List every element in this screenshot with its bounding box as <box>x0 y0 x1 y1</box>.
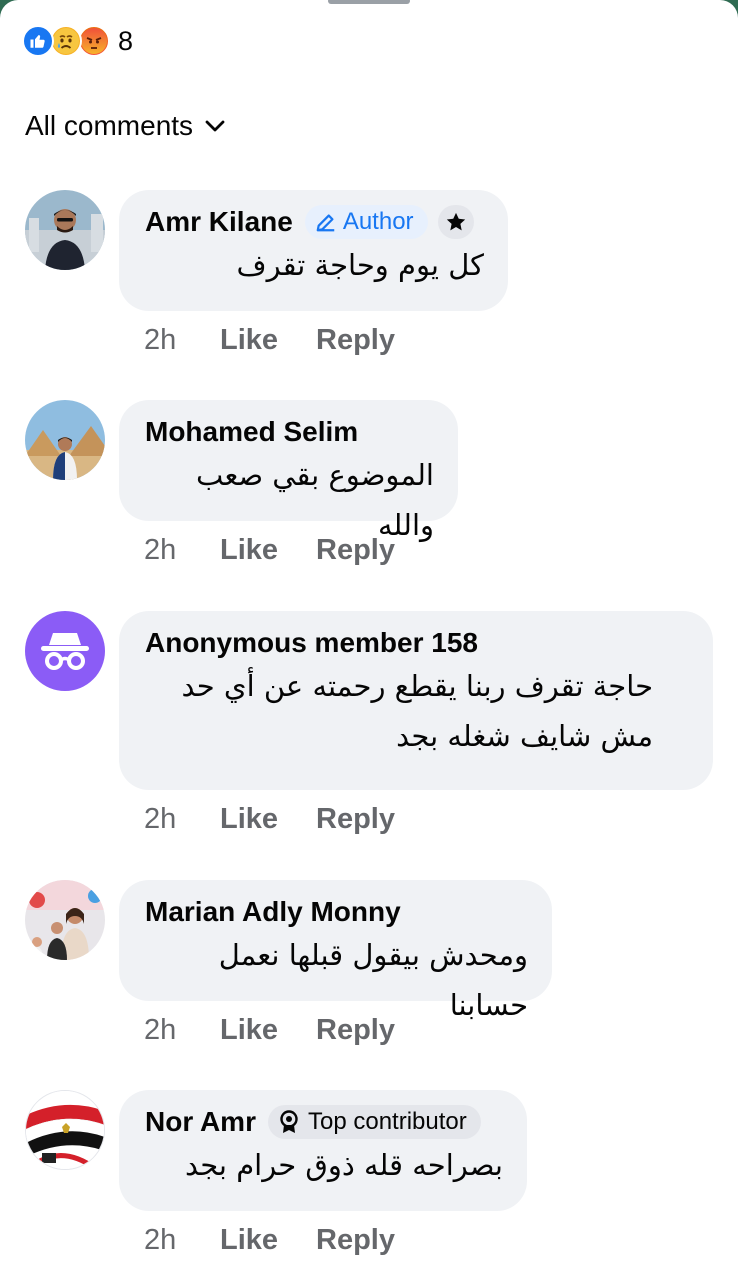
reply-button[interactable]: Reply <box>316 1224 395 1257</box>
commenter-name[interactable]: Mohamed Selim <box>145 416 358 448</box>
like-button[interactable]: Like <box>220 803 316 836</box>
comment-text: بصراحه قله ذوق حرام بجد <box>184 1148 503 1182</box>
star-badge <box>437 205 474 239</box>
pencil-icon <box>316 214 335 232</box>
commenter-name[interactable]: Marian Adly Monny <box>145 896 401 928</box>
comment-filter-dropdown[interactable]: All comments <box>25 110 227 142</box>
like-button[interactable]: Like <box>220 534 316 567</box>
chevron-down-icon <box>205 120 225 132</box>
comment-text: كل يوم وحاجة تقرف <box>236 248 484 282</box>
comment-bubble[interactable]: Mohamed Selim الموضوع بقي صعب والله <box>119 400 458 542</box>
commenter-name[interactable]: Nor Amr <box>145 1106 256 1138</box>
author-badge: Author <box>304 205 428 239</box>
sad-reaction-icon <box>50 25 82 57</box>
comment-actions: 2h Like Reply <box>144 534 395 567</box>
comment-actions: 2h Like Reply <box>144 324 395 357</box>
comment-bubble[interactable]: Nor Amr Top contributor بصراحه قله ذوق ح… <box>119 1090 527 1211</box>
angry-reaction-icon <box>78 25 110 57</box>
avatar[interactable] <box>25 400 105 480</box>
incognito-icon <box>41 633 89 670</box>
comment-bubble[interactable]: Marian Adly Monny ومحدش بيقول قبلها نعمل… <box>119 880 552 1022</box>
reply-button[interactable]: Reply <box>316 324 395 357</box>
sheet-corner <box>0 0 36 36</box>
commenter-name[interactable]: Anonymous member 158 <box>145 627 478 659</box>
comment-time[interactable]: 2h <box>144 803 220 836</box>
reply-button[interactable]: Reply <box>316 803 395 836</box>
anonymous-avatar[interactable] <box>25 611 105 691</box>
filter-label: All comments <box>25 110 194 141</box>
author-badge-label: Author <box>342 208 414 235</box>
sheet-corner <box>702 0 738 36</box>
comment-time[interactable]: 2h <box>144 1224 220 1257</box>
top-contributor-label: Top contributor <box>307 1108 467 1135</box>
reaction-count: 8 <box>118 25 134 56</box>
comment-actions: 2h Like Reply <box>144 803 395 836</box>
star-icon <box>446 212 465 231</box>
like-reaction-icon <box>22 25 54 57</box>
comment-time[interactable]: 2h <box>144 1014 220 1047</box>
avatar[interactable] <box>25 190 105 270</box>
like-button[interactable]: Like <box>220 1014 316 1047</box>
reply-button[interactable]: Reply <box>316 1014 395 1047</box>
award-icon <box>280 1110 298 1133</box>
reply-button[interactable]: Reply <box>316 534 395 567</box>
top-contributor-badge: Top contributor <box>267 1105 481 1139</box>
comment-time[interactable]: 2h <box>144 324 220 357</box>
commenter-name[interactable]: Amr Kilane <box>145 206 293 238</box>
comment-time[interactable]: 2h <box>144 534 220 567</box>
comment-actions: 2h Like Reply <box>144 1014 395 1047</box>
avatar[interactable] <box>25 880 105 960</box>
drag-handle[interactable] <box>328 0 410 4</box>
comment-bubble[interactable]: Amr Kilane Author كل يوم وحاجة تقرف <box>119 190 508 311</box>
like-button[interactable]: Like <box>220 1224 316 1257</box>
comment-actions: 2h Like Reply <box>144 1224 395 1257</box>
like-button[interactable]: Like <box>220 324 316 357</box>
reactions-summary[interactable]: 8 <box>22 24 133 58</box>
comment-text: حاجة تقرف ربنا يقطع رحمته عن أي حد مش شا… <box>181 669 653 753</box>
avatar[interactable] <box>25 1090 105 1170</box>
comment-bubble[interactable]: Anonymous member 158 حاجة تقرف ربنا يقطع… <box>119 611 713 790</box>
